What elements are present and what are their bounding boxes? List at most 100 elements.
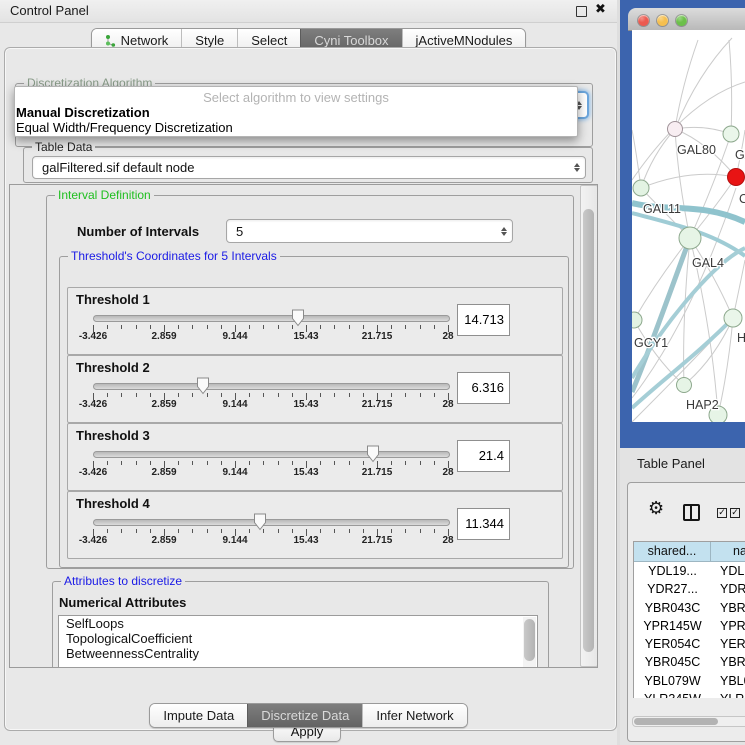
table-data-combobox-value: galFiltered.sif default node (33, 160, 569, 175)
node-label-hap2: HAP2 (686, 398, 719, 412)
threshold-value-field[interactable]: 6.316 (457, 372, 510, 404)
threshold-value-field[interactable]: 14.713 (457, 304, 510, 336)
tick-label: -3.426 (68, 535, 118, 546)
network-node-RED[interactable] (728, 169, 745, 186)
slider-track[interactable] (93, 451, 450, 458)
column-header-name[interactable]: na (711, 542, 745, 561)
tab-infer-network[interactable]: Infer Network (362, 704, 466, 727)
table-row[interactable]: YPR145WYPR1 (634, 617, 745, 635)
table-row[interactable]: YBR045CYBR0 (634, 653, 745, 671)
cell-name[interactable]: YPR1 (711, 617, 745, 635)
network-edge[interactable] (632, 130, 641, 188)
tick-mark (405, 393, 406, 397)
cell-shared-name[interactable]: YBR045C (634, 653, 711, 671)
mac-minimize-button[interactable] (657, 15, 668, 26)
table-row[interactable]: YLR345WYLR3 (634, 690, 745, 698)
slider-track[interactable] (93, 315, 450, 322)
slider-handle[interactable] (291, 309, 305, 327)
cell-shared-name[interactable]: YLR345W (634, 690, 711, 698)
checkbox-icon[interactable]: ✓ (730, 508, 740, 518)
attribute-item-betweennesscentrality[interactable]: BetweennessCentrality (59, 646, 537, 661)
table-horizontal-scrollbar[interactable] (632, 716, 745, 727)
network-edge[interactable] (641, 174, 736, 188)
scrollbar-thumb[interactable] (583, 209, 594, 652)
tick-mark (349, 529, 350, 533)
float-window-icon[interactable] (576, 6, 587, 17)
tick-mark (434, 529, 435, 533)
settings-vertical-scrollbar[interactable] (580, 185, 598, 667)
cell-name[interactable]: YDL1 (711, 562, 745, 580)
network-node-GAL2[interactable] (723, 126, 739, 142)
dropdown-item-equal-width-frequency-discretization[interactable]: Equal Width/Frequency Discretization (15, 120, 577, 135)
tick-mark (192, 325, 193, 329)
table-row[interactable]: YDL19...YDL1 (634, 562, 745, 580)
threshold-value-field[interactable]: 21.4 (457, 440, 510, 472)
cell-shared-name[interactable]: YDL19... (634, 562, 711, 580)
network-edge[interactable] (729, 40, 732, 134)
network-canvas[interactable]: GAL80GACGAL11GAL4GCY1HHAP2 (632, 30, 745, 422)
network-edge-highlighted[interactable] (632, 318, 733, 408)
checkbox-icon[interactable]: ✓ (717, 508, 727, 518)
scrollbar-thumb[interactable] (634, 718, 718, 725)
tick-label: 21.715 (352, 399, 402, 410)
table-data-combobox[interactable]: galFiltered.sif default node (32, 156, 586, 179)
slider-track[interactable] (93, 519, 450, 526)
close-icon[interactable]: ✖ (595, 2, 606, 17)
table-panel-title: Table Panel (637, 456, 705, 471)
network-window-titlebar[interactable] (628, 8, 745, 31)
group-title: Interval Definition (55, 188, 154, 203)
column-header-shared-name[interactable]: shared... (634, 542, 711, 561)
number-of-intervals-combobox[interactable]: 5 (226, 219, 513, 243)
cell-shared-name[interactable]: YDR27... (634, 580, 711, 598)
network-edge[interactable] (675, 38, 732, 129)
network-edge[interactable] (675, 40, 698, 129)
tab-impute-data[interactable]: Impute Data (150, 704, 247, 727)
mac-close-button[interactable] (638, 15, 649, 26)
cell-name[interactable]: YDR2 (711, 580, 745, 598)
cell-shared-name[interactable]: YER054C (634, 635, 711, 653)
network-node-GAL11[interactable] (633, 180, 649, 196)
tab-discretize-data[interactable]: Discretize Data (247, 704, 362, 727)
slider-handle[interactable] (196, 377, 210, 395)
slider-track[interactable] (93, 383, 450, 390)
mac-zoom-button[interactable] (676, 15, 687, 26)
tick-mark (334, 325, 335, 329)
network-node-GAL4[interactable] (679, 227, 701, 249)
combo-stepper-icon (496, 227, 512, 236)
attribute-item-topologicalcoefficient[interactable]: TopologicalCoefficient (59, 631, 537, 646)
cell-name[interactable]: YER0 (711, 635, 745, 653)
network-node-GAL80[interactable] (668, 122, 683, 137)
tick-mark (420, 529, 421, 533)
cell-shared-name[interactable]: YPR145W (634, 617, 711, 635)
cell-name[interactable]: YLR3 (711, 690, 745, 698)
cell-name[interactable]: YBL0 (711, 672, 745, 690)
attribute-item-selfloops[interactable]: SelfLoops (59, 616, 537, 631)
settings-scroll-viewport: Interval Definition Number of Intervals … (9, 184, 598, 668)
cell-shared-name[interactable]: YBR043C (634, 599, 711, 617)
network-node-GCY1[interactable] (632, 312, 642, 328)
dropdown-placeholder-item[interactable]: Select algorithm to view settings (15, 90, 577, 105)
attributes-list-scrollbar[interactable] (523, 617, 536, 668)
numerical-attributes-list[interactable]: SelfLoopsTopologicalCoefficientBetweenne… (58, 615, 538, 668)
gear-icon[interactable]: ⚙ (648, 500, 664, 518)
table-row[interactable]: YDR27...YDR2 (634, 580, 745, 598)
tick-mark (420, 461, 421, 465)
table-row[interactable]: YBL079WYBL0 (634, 672, 745, 690)
table-row[interactable]: YER054CYER0 (634, 635, 745, 653)
split-columns-icon[interactable] (683, 504, 700, 521)
table-row[interactable]: YBR043CYBR0 (634, 599, 745, 617)
tick-mark (150, 529, 151, 533)
dropdown-item-manual-discretization[interactable]: Manual Discretization (15, 105, 577, 120)
tick-mark (249, 461, 250, 465)
network-edge[interactable] (690, 238, 733, 318)
slider-handle[interactable] (366, 445, 380, 463)
network-node-HAP2[interactable] (677, 378, 692, 393)
network-node-H[interactable] (724, 309, 742, 327)
threshold-label: Threshold 2 (76, 360, 150, 375)
cell-name[interactable]: YBR0 (711, 599, 745, 617)
tick-mark (292, 393, 293, 397)
cell-name[interactable]: YBR0 (711, 653, 745, 671)
cell-shared-name[interactable]: YBL079W (634, 672, 711, 690)
slider-handle[interactable] (253, 513, 267, 531)
threshold-value-field[interactable]: 11.344 (457, 508, 510, 540)
